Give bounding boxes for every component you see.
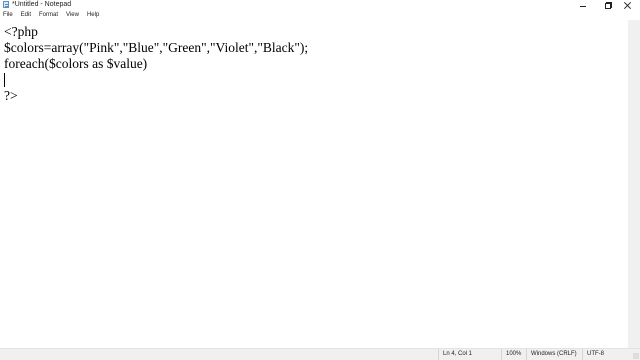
close-button[interactable] bbox=[614, 0, 640, 10]
minimize-button[interactable] bbox=[570, 0, 596, 10]
title-bar[interactable]: *Untitled - Notepad bbox=[0, 0, 640, 10]
editor-line: foreach($colors as $value) bbox=[4, 56, 148, 71]
menu-file[interactable]: File bbox=[0, 10, 17, 20]
restore-icon bbox=[605, 2, 612, 9]
status-bar: Ln 4, Col 1 100% Windows (CRLF) UTF-8 bbox=[0, 348, 640, 360]
vertical-scrollbar[interactable] bbox=[628, 20, 640, 348]
editor-line: ?> bbox=[4, 88, 18, 103]
editor-line: $colors=array("Pink","Blue","Green","Vio… bbox=[4, 40, 309, 55]
minimize-icon bbox=[580, 5, 586, 7]
window-title: *Untitled - Notepad bbox=[12, 1, 72, 8]
menu-help[interactable]: Help bbox=[83, 10, 103, 20]
cursor-position: Ln 4, Col 1 bbox=[438, 349, 505, 360]
menu-view[interactable]: View bbox=[62, 10, 83, 20]
scroll-down-icon[interactable] bbox=[628, 336, 640, 348]
text-editor[interactable]: <?php $colors=array("Pink","Blue","Green… bbox=[0, 21, 628, 347]
scroll-up-icon[interactable] bbox=[628, 20, 640, 32]
close-icon bbox=[624, 2, 631, 9]
text-caret bbox=[4, 73, 5, 87]
resize-grip-icon[interactable] bbox=[633, 353, 639, 359]
menu-bar: File Edit Format View Help bbox=[0, 10, 640, 20]
notepad-icon[interactable] bbox=[3, 1, 9, 8]
encoding: UTF-8 bbox=[582, 349, 633, 360]
menu-format[interactable]: Format bbox=[35, 10, 62, 20]
menu-edit[interactable]: Edit bbox=[17, 10, 35, 20]
zoom-level: 100% bbox=[501, 349, 528, 360]
line-ending: Windows (CRLF) bbox=[526, 349, 585, 360]
notepad-window: *Untitled - Notepad File Edit Format Vie… bbox=[0, 0, 640, 360]
editor-line: <?php bbox=[4, 24, 38, 39]
